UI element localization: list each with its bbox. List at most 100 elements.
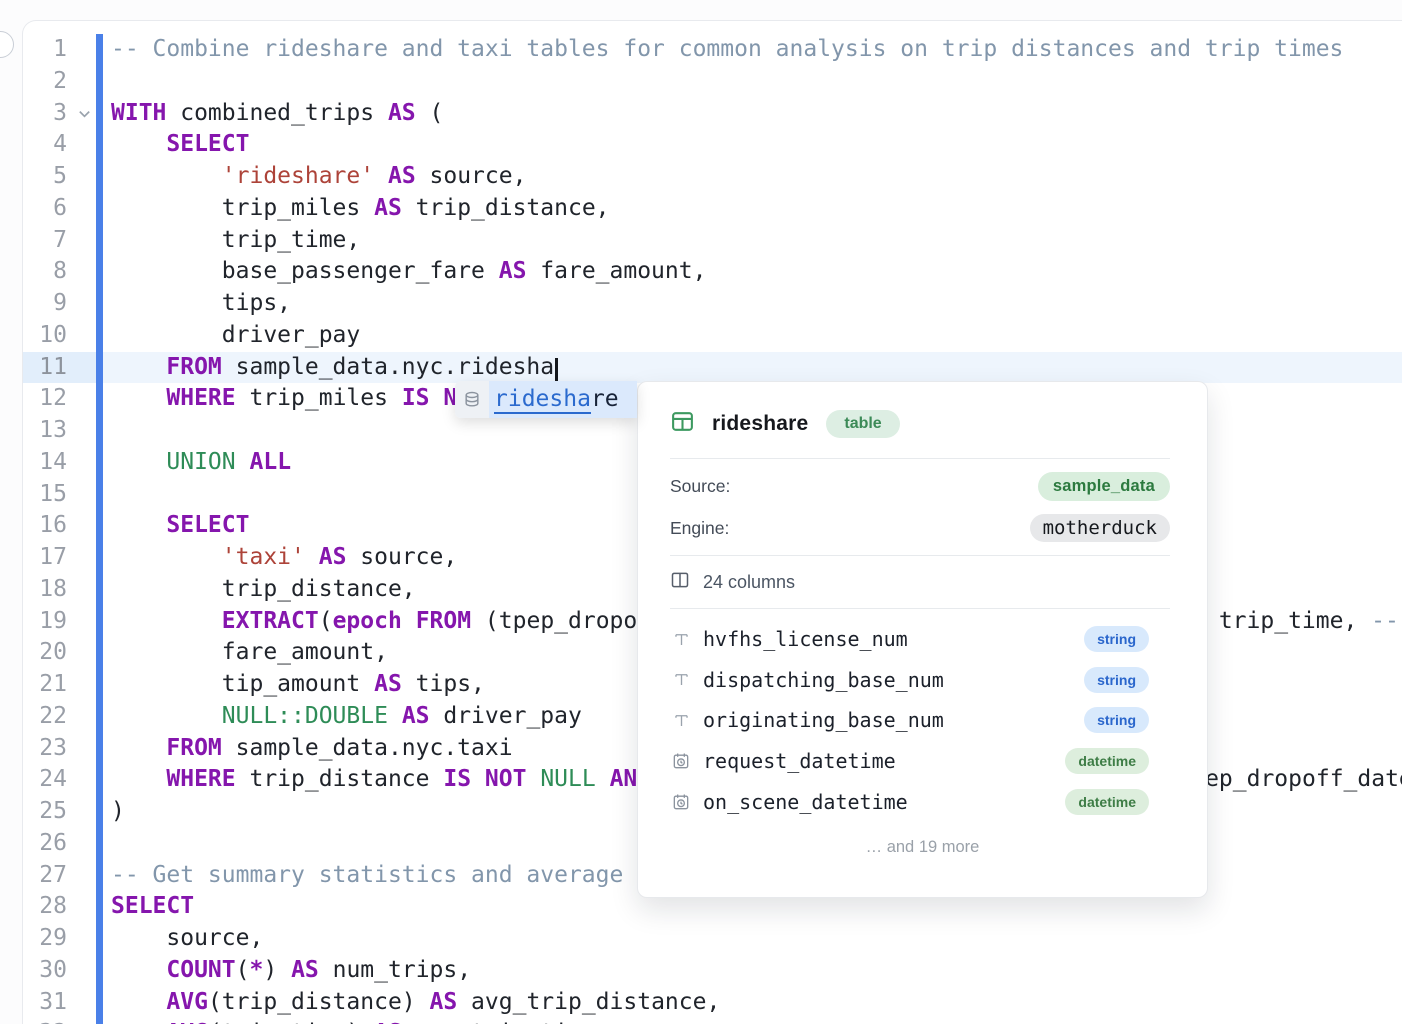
code-text: ) bbox=[111, 796, 125, 828]
column-row: originating_base_numstring bbox=[670, 700, 1149, 741]
code-line[interactable]: 9 tips, bbox=[23, 288, 1402, 320]
code-line[interactable]: 1 -- Combine rideshare and taxi tables fo… bbox=[23, 34, 1402, 66]
table-icon bbox=[670, 409, 695, 439]
code-text: tip_amount AS tips, bbox=[111, 669, 485, 701]
line-number: 11 bbox=[23, 352, 67, 384]
code-text: -- Combine rideshare and taxi tables for… bbox=[111, 34, 1343, 66]
line-number: 28 bbox=[23, 891, 67, 923]
line-number: 27 bbox=[23, 860, 67, 892]
code-text: source, bbox=[111, 923, 263, 955]
code-line[interactable]: 29 source, bbox=[23, 923, 1402, 955]
line-number: 6 bbox=[23, 193, 67, 225]
code-text: COUNT(*) AS num_trips, bbox=[111, 955, 471, 987]
code-text: base_passenger_fare AS fare_amount, bbox=[111, 256, 706, 288]
table-info-card: rideshare table Source: sample_data Engi… bbox=[637, 381, 1208, 898]
line-number: 20 bbox=[23, 637, 67, 669]
code-line[interactable]: 6 trip_miles AS trip_distance, bbox=[23, 193, 1402, 225]
code-text: trip_distance, bbox=[111, 574, 416, 606]
line-number: 7 bbox=[23, 225, 67, 257]
fold-toggle-icon[interactable] bbox=[71, 98, 97, 130]
gutter-accent-bar bbox=[96, 34, 103, 1024]
line-number: 26 bbox=[23, 828, 67, 860]
table-type-badge: table bbox=[826, 410, 899, 438]
column-name: originating_base_num bbox=[703, 708, 1084, 732]
code-line[interactable]: 8 base_passenger_fare AS fare_amount, bbox=[23, 256, 1402, 288]
code-line[interactable]: 32 AVG(trip_time) AS avg_trip_time, bbox=[23, 1018, 1402, 1024]
line-number: 3 bbox=[23, 98, 67, 130]
code-text: trip_time, bbox=[111, 225, 360, 257]
panel-handle-circle bbox=[0, 31, 14, 58]
line-number: 14 bbox=[23, 447, 67, 479]
code-line[interactable]: 7 trip_time, bbox=[23, 225, 1402, 257]
code-text: fare_amount, bbox=[111, 637, 388, 669]
line-number: 21 bbox=[23, 669, 67, 701]
code-line[interactable]: 4 SELECT bbox=[23, 129, 1402, 161]
more-columns-label: … and 19 more bbox=[638, 838, 1207, 857]
suggestion-label: rideshare bbox=[489, 381, 637, 418]
line-number: 15 bbox=[23, 479, 67, 511]
code-line[interactable]: 5 'rideshare' AS source, bbox=[23, 161, 1402, 193]
column-name: dispatching_base_num bbox=[703, 668, 1084, 692]
column-name: hvfhs_license_num bbox=[703, 627, 1084, 651]
line-number: 5 bbox=[23, 161, 67, 193]
database-icon bbox=[455, 381, 489, 418]
column-row: on_scene_datetimedatetime bbox=[670, 781, 1149, 822]
column-row: hvfhs_license_numstring bbox=[670, 619, 1149, 660]
code-line[interactable]: 30 COUNT(*) AS num_trips, bbox=[23, 955, 1402, 987]
column-type-badge: string bbox=[1084, 667, 1149, 693]
line-number: 16 bbox=[23, 510, 67, 542]
code-text: WITH combined_trips AS ( bbox=[111, 98, 443, 130]
code-text: 'taxi' AS source, bbox=[111, 542, 457, 574]
line-number: 4 bbox=[23, 129, 67, 161]
code-line[interactable]: 3 WITH combined_trips AS ( bbox=[23, 98, 1402, 130]
line-number: 25 bbox=[23, 796, 67, 828]
column-row: dispatching_base_numstring bbox=[670, 660, 1149, 701]
code-text: SELECT bbox=[111, 891, 194, 923]
autocomplete-suggestion-rideshare[interactable]: rideshare bbox=[455, 381, 637, 418]
code-line[interactable]: 31 AVG(trip_distance) AS avg_trip_distan… bbox=[23, 987, 1402, 1019]
line-number: 13 bbox=[23, 415, 67, 447]
code-line[interactable]: 10 driver_pay bbox=[23, 320, 1402, 352]
line-number: 2 bbox=[23, 66, 67, 98]
source-row: Source: sample_data bbox=[670, 465, 1170, 507]
column-list: hvfhs_license_numstringdispatching_base_… bbox=[638, 609, 1207, 822]
code-text: tips, bbox=[111, 288, 291, 320]
datetime-type-icon bbox=[670, 751, 692, 771]
line-number: 24 bbox=[23, 764, 67, 796]
engine-value-badge: motherduck bbox=[1030, 514, 1170, 542]
line-number: 18 bbox=[23, 574, 67, 606]
columns-count-label: 24 columns bbox=[703, 572, 795, 593]
engine-label: Engine: bbox=[670, 518, 729, 539]
line-number: 8 bbox=[23, 256, 67, 288]
suggestion-rest-text: re bbox=[591, 386, 619, 412]
line-number: 22 bbox=[23, 701, 67, 733]
column-type-badge: string bbox=[1084, 707, 1149, 733]
datetime-type-icon bbox=[670, 792, 692, 812]
card-title: rideshare bbox=[712, 412, 808, 436]
source-value-badge: sample_data bbox=[1038, 472, 1170, 501]
column-type-badge: datetime bbox=[1065, 748, 1149, 774]
code-text: AVG(trip_distance) AS avg_trip_distance, bbox=[111, 987, 720, 1019]
code-text: 'rideshare' AS source, bbox=[111, 161, 526, 193]
suggestion-match-text: ridesha bbox=[494, 386, 591, 414]
column-name: request_datetime bbox=[703, 749, 1065, 773]
code-text: trip_miles AS trip_distance, bbox=[111, 193, 610, 225]
line-number: 12 bbox=[23, 383, 67, 415]
text-type-icon bbox=[670, 630, 692, 649]
code-text: driver_pay bbox=[111, 320, 360, 352]
column-type-badge: datetime bbox=[1065, 789, 1149, 815]
card-properties: Source: sample_data Engine: motherduck bbox=[638, 459, 1207, 555]
line-number: 23 bbox=[23, 733, 67, 765]
code-line[interactable]: 2 bbox=[23, 66, 1402, 98]
line-number: 30 bbox=[23, 955, 67, 987]
code-text: UNION ALL bbox=[111, 447, 291, 479]
code-line[interactable]: 11 FROM sample_data.nyc.ridesha bbox=[23, 352, 1402, 384]
card-header: rideshare table bbox=[638, 382, 1207, 446]
line-number: 1 bbox=[23, 34, 67, 66]
line-number: 32 bbox=[23, 1018, 67, 1024]
line-number: 9 bbox=[23, 288, 67, 320]
code-text: AVG(trip_time) AS avg_trip_time, bbox=[111, 1018, 610, 1024]
columns-summary-row: 24 columns bbox=[638, 556, 1207, 608]
source-label: Source: bbox=[670, 476, 730, 497]
line-number: 10 bbox=[23, 320, 67, 352]
